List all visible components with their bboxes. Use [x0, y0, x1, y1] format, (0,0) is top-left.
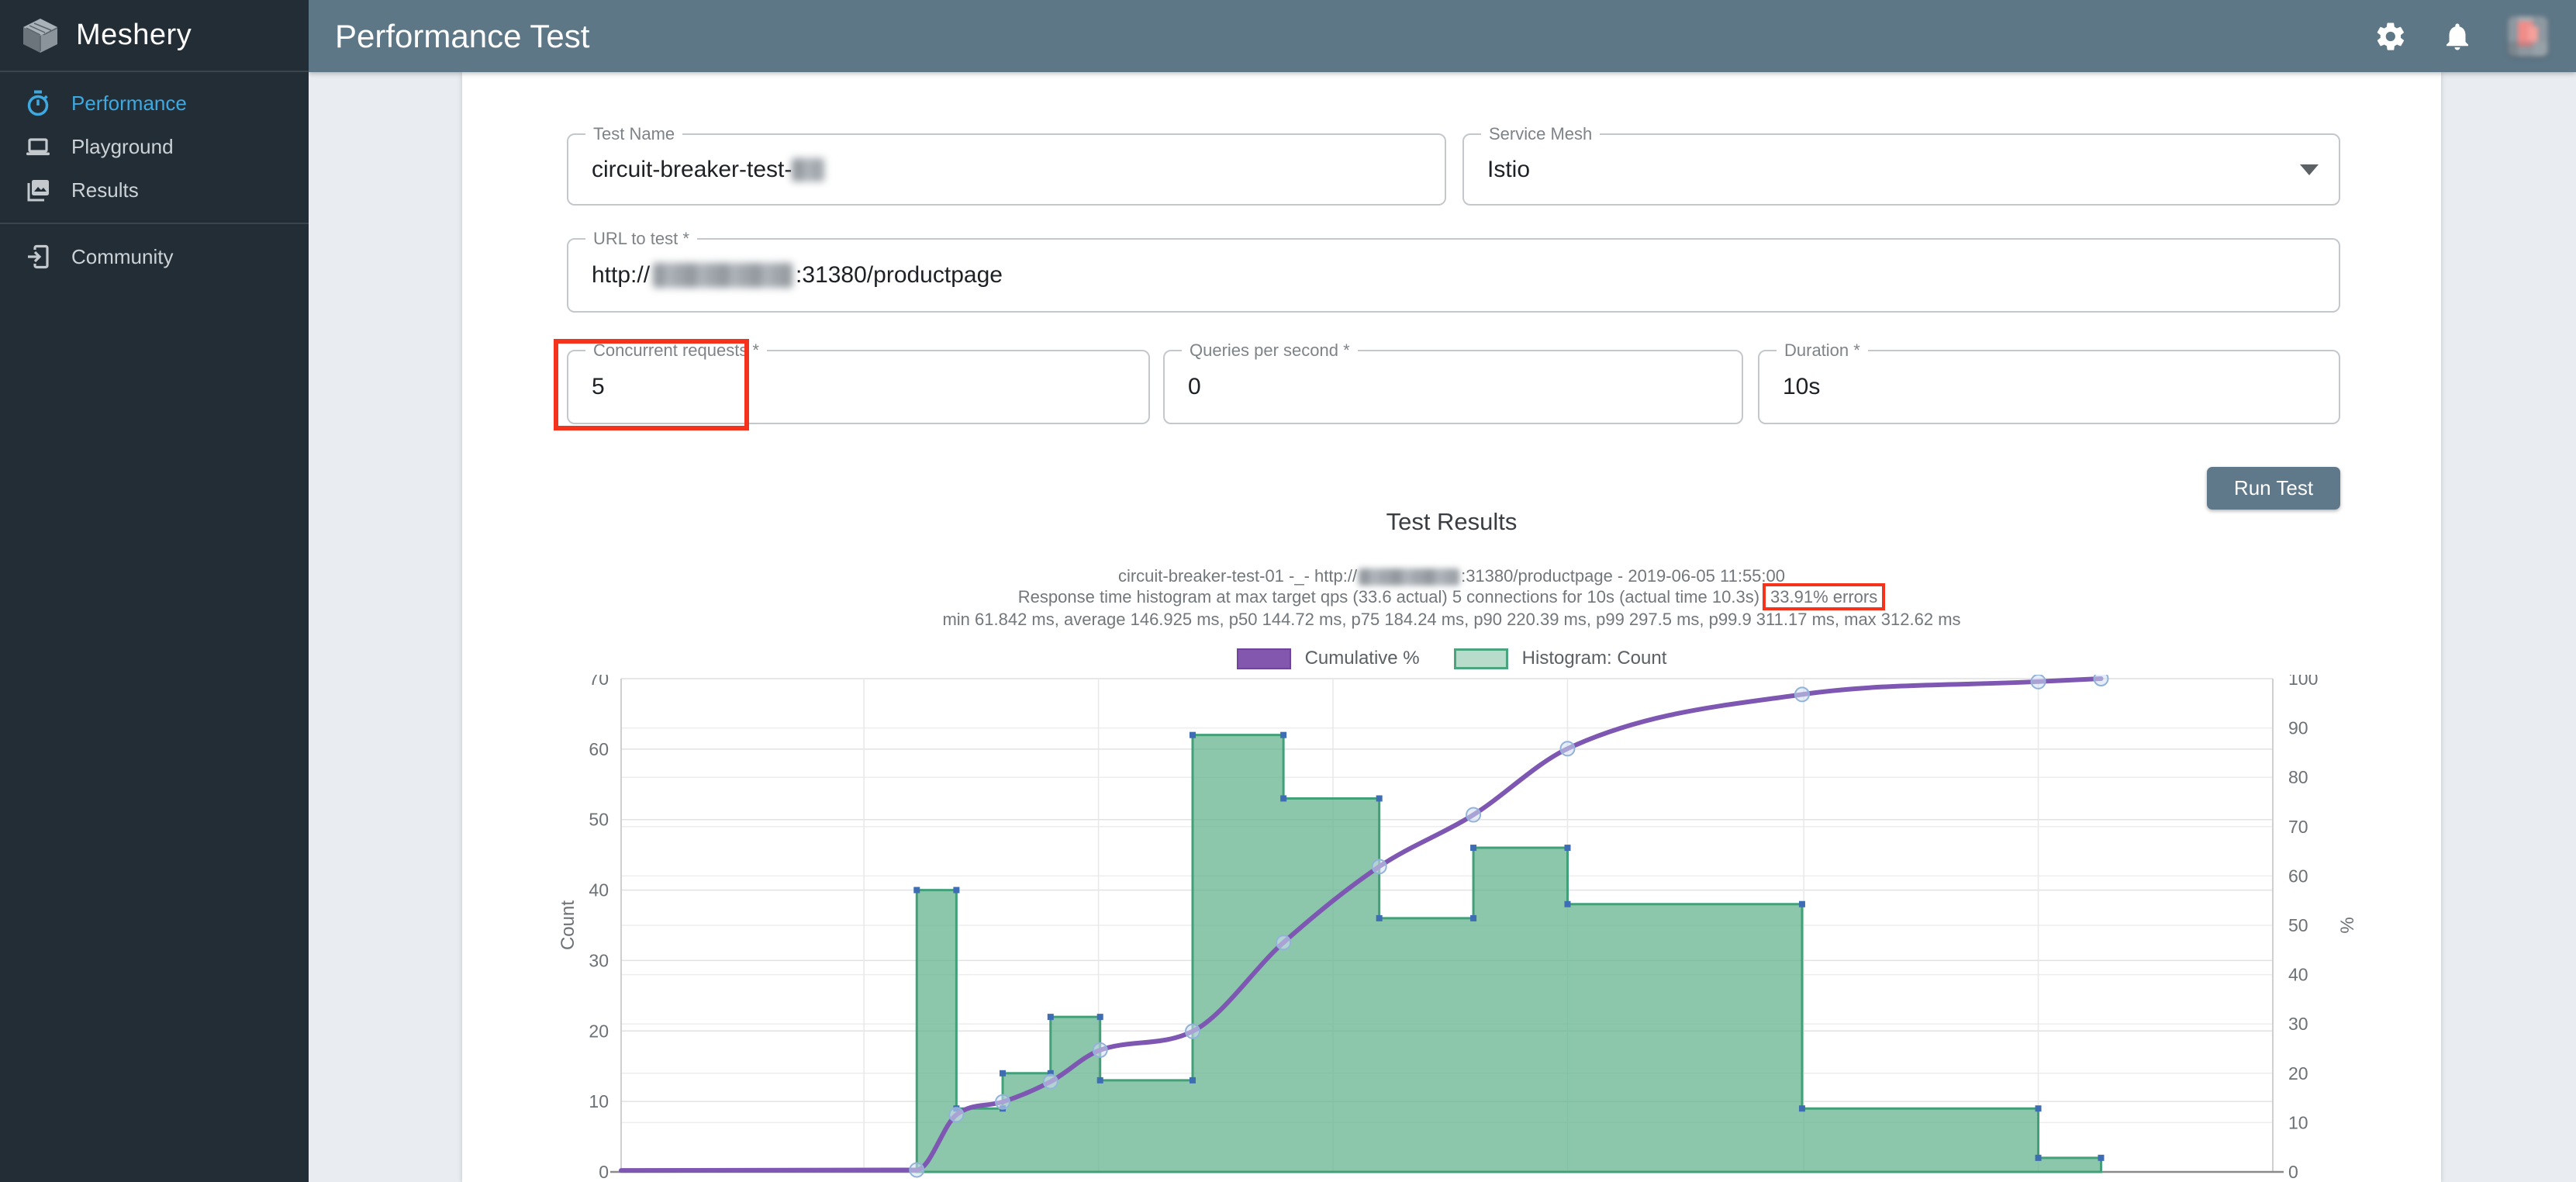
results-line2: Response time histogram at max target qp… — [462, 587, 2441, 607]
test-name-label: Test Name — [585, 124, 682, 144]
legend-swatch-cumulative[interactable] — [1237, 648, 1291, 669]
legend-label-cumulative[interactable]: Cumulative % — [1305, 648, 1420, 669]
legend-label-histogram[interactable]: Histogram: Count — [1522, 648, 1667, 669]
svg-text:0: 0 — [599, 1162, 609, 1182]
avatar[interactable] — [2508, 16, 2548, 57]
sidebar-item-label: Community — [71, 245, 173, 269]
concurrent-requests-value: 5 — [592, 374, 605, 400]
sidebar-divider — [0, 223, 309, 224]
svg-text:30: 30 — [589, 950, 609, 970]
gear-icon[interactable] — [2374, 20, 2407, 53]
results-line3: min 61.842 ms, average 146.925 ms, p50 1… — [462, 610, 2441, 630]
stopwatch-icon — [25, 90, 51, 116]
svg-text:70: 70 — [2288, 817, 2308, 837]
svg-text:50: 50 — [589, 810, 609, 830]
run-test-button[interactable]: Run Test — [2207, 467, 2340, 510]
results-heading: Test Results — [462, 508, 2441, 536]
service-mesh-label: Service Mesh — [1481, 124, 1600, 144]
svg-text:Count: Count — [558, 900, 578, 950]
app-logo[interactable]: Meshery — [0, 0, 309, 72]
sidebar-item-results[interactable]: Results — [0, 168, 309, 212]
url-value-prefix: http:// — [592, 262, 650, 289]
svg-text:100: 100 — [2288, 675, 2318, 689]
svg-text:20: 20 — [2288, 1063, 2308, 1084]
legend-swatch-histogram[interactable] — [1454, 648, 1508, 669]
svg-text:60: 60 — [2288, 866, 2308, 886]
app-header: Performance Test — [309, 0, 2576, 72]
results-line1: circuit-breaker-test-01 -_- http://:3138… — [462, 566, 2441, 586]
queries-per-second-field[interactable]: Queries per second * 0 — [1163, 350, 1743, 424]
svg-text:0: 0 — [2288, 1162, 2298, 1182]
app-title: Meshery — [76, 19, 192, 52]
duration-value: 10s — [1783, 374, 1820, 400]
svg-text:10: 10 — [2288, 1112, 2308, 1132]
meshery-cube-logo-icon — [22, 17, 59, 54]
svg-text:20: 20 — [589, 1021, 609, 1041]
svg-text:%: % — [2337, 917, 2358, 933]
concurrent-requests-label: Concurrent requests * — [585, 340, 767, 361]
redacted-ip — [653, 263, 792, 288]
url-field[interactable]: URL to test * http://:31380/productpage — [567, 238, 2340, 313]
test-results-chart: 7060504030201001009080706050403020100Cou… — [496, 675, 2410, 1182]
page-title: Performance Test — [335, 18, 589, 55]
chart-legend: Cumulative % Histogram: Count — [462, 648, 2441, 669]
content-card: Test Name circuit-breaker-test- Service … — [462, 72, 2441, 1182]
sidebar-item-label: Playground — [71, 135, 174, 159]
image-icon — [25, 177, 51, 203]
sidebar-item-community[interactable]: Community — [0, 235, 309, 278]
annotation-rect-error-rate: 33.91% errors — [1763, 583, 1885, 610]
laptop-icon — [25, 133, 51, 160]
svg-text:90: 90 — [2288, 718, 2308, 738]
svg-text:80: 80 — [2288, 767, 2308, 787]
sidebar-item-performance[interactable]: Performance — [0, 81, 309, 125]
test-name-field[interactable]: Test Name circuit-breaker-test- — [567, 133, 1446, 206]
redacted-test-name-suffix — [792, 158, 824, 181]
svg-text:40: 40 — [2288, 965, 2308, 985]
sidebar: Meshery Performance Playground — [0, 0, 309, 1182]
sidebar-item-label: Results — [71, 178, 139, 202]
svg-text:70: 70 — [589, 675, 609, 689]
chevron-down-icon[interactable] — [2300, 164, 2319, 175]
duration-field[interactable]: Duration * 10s — [1758, 350, 2340, 424]
bell-icon[interactable] — [2441, 20, 2474, 53]
svg-text:50: 50 — [2288, 915, 2308, 935]
svg-text:60: 60 — [589, 739, 609, 759]
svg-text:10: 10 — [589, 1091, 609, 1111]
url-label: URL to test * — [585, 229, 697, 249]
svg-text:30: 30 — [2288, 1014, 2308, 1034]
svg-text:40: 40 — [589, 880, 609, 900]
concurrent-requests-field[interactable]: Concurrent requests * 5 — [567, 350, 1150, 424]
queries-per-second-label: Queries per second * — [1182, 340, 1358, 361]
test-name-value: circuit-breaker-test- — [592, 157, 792, 183]
service-mesh-value: Istio — [1487, 157, 1530, 183]
duration-label: Duration * — [1777, 340, 1868, 361]
sidebar-item-playground[interactable]: Playground — [0, 125, 309, 168]
sidebar-item-label: Performance — [71, 92, 187, 116]
service-mesh-select[interactable]: Service Mesh Istio — [1462, 133, 2340, 206]
exit-to-app-icon — [25, 244, 51, 270]
redacted-ip — [1359, 569, 1459, 586]
queries-per-second-value: 0 — [1188, 374, 1201, 400]
url-value-suffix: :31380/productpage — [796, 262, 1003, 289]
